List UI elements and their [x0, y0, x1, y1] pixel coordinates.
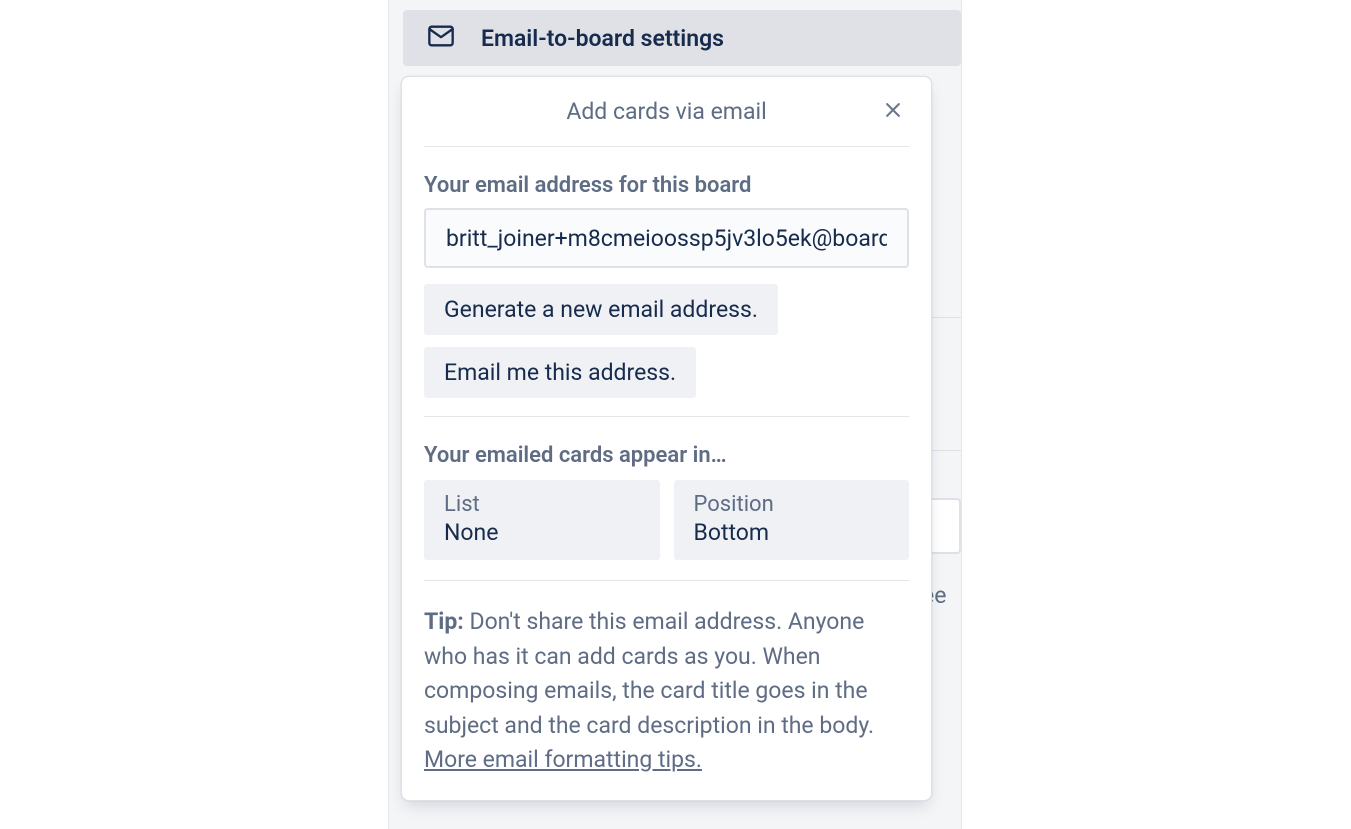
position-select-value: Bottom	[694, 519, 890, 546]
popover-divider	[424, 416, 909, 417]
email-action-buttons: Generate a new email address. Email me t…	[424, 284, 909, 398]
popover-header: Add cards via email	[424, 77, 909, 147]
mail-icon	[427, 22, 455, 54]
list-select[interactable]: List None	[424, 480, 660, 560]
list-select-value: None	[444, 519, 640, 546]
popover-divider	[424, 580, 909, 581]
settings-header: Email-to-board settings	[403, 10, 961, 66]
add-cards-via-email-popover: Add cards via email Your email address f…	[401, 76, 932, 801]
generate-new-email-button[interactable]: Generate a new email address.	[424, 284, 778, 335]
appear-in-label: Your emailed cards appear in…	[424, 443, 909, 468]
tip-label: Tip:	[424, 608, 464, 635]
board-email-input[interactable]	[424, 208, 909, 268]
list-select-label: List	[444, 492, 640, 517]
email-me-address-button[interactable]: Email me this address.	[424, 347, 696, 398]
close-button[interactable]	[877, 96, 909, 128]
close-icon	[883, 100, 903, 123]
settings-header-title: Email-to-board settings	[481, 25, 724, 52]
more-formatting-tips-link[interactable]: More email formatting tips.	[424, 746, 702, 773]
email-address-label: Your email address for this board	[424, 173, 909, 198]
tip-text: Tip: Don't share this email address. Any…	[424, 605, 909, 778]
tip-body: Don't share this email address. Anyone w…	[424, 608, 874, 739]
destination-selects: List None Position Bottom	[424, 480, 909, 560]
popover-title: Add cards via email	[566, 98, 766, 125]
position-select-label: Position	[694, 492, 890, 517]
position-select[interactable]: Position Bottom	[674, 480, 910, 560]
